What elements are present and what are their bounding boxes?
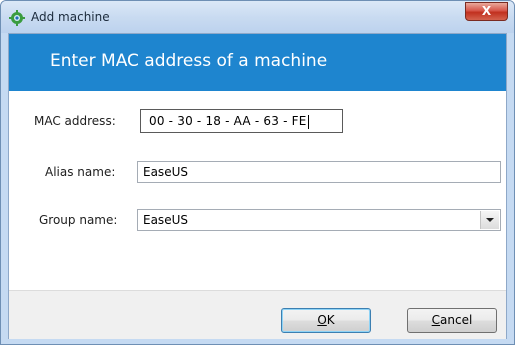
ok-button[interactable]: OK bbox=[281, 308, 371, 333]
alias-name-value: EaseUS bbox=[143, 165, 188, 179]
group-name-value: EaseUS bbox=[143, 213, 188, 227]
cancel-mnemonic: C bbox=[431, 313, 441, 327]
close-button[interactable]: X bbox=[465, 2, 508, 21]
group-name-label: Group name: bbox=[39, 213, 118, 227]
mac-address-input[interactable]: 00 - 30 - 18 - AA - 63 - FE bbox=[140, 109, 343, 133]
button-bar: OK Cancel bbox=[9, 290, 506, 339]
ok-label-rest: K bbox=[326, 313, 335, 327]
ok-mnemonic: O bbox=[317, 313, 327, 327]
group-name-select[interactable]: EaseUS bbox=[137, 209, 501, 231]
gear-network-icon bbox=[9, 10, 25, 26]
header-banner: Enter MAC address of a machine bbox=[9, 34, 506, 91]
mac-address-label: MAC address: bbox=[34, 114, 116, 128]
title-bar[interactable]: Add machine X bbox=[1, 1, 514, 33]
chevron-down-icon bbox=[486, 218, 494, 222]
text-caret bbox=[307, 114, 309, 129]
mac-address-value: 00 - 30 - 18 - AA - 63 - FE bbox=[149, 114, 307, 128]
alias-name-input[interactable]: EaseUS bbox=[137, 161, 501, 183]
cancel-label-rest: ancel bbox=[440, 313, 473, 327]
close-icon: X bbox=[481, 4, 492, 18]
header-title: Enter MAC address of a machine bbox=[50, 51, 328, 71]
cancel-button[interactable]: Cancel bbox=[407, 308, 497, 333]
dialog-body: Enter MAC address of a machine MAC addre… bbox=[8, 33, 507, 339]
add-machine-dialog: Add machine X Enter MAC address of a mac… bbox=[0, 0, 515, 345]
dropdown-button[interactable] bbox=[480, 211, 499, 229]
alias-name-label: Alias name: bbox=[45, 165, 116, 179]
window-title: Add machine bbox=[31, 10, 110, 24]
